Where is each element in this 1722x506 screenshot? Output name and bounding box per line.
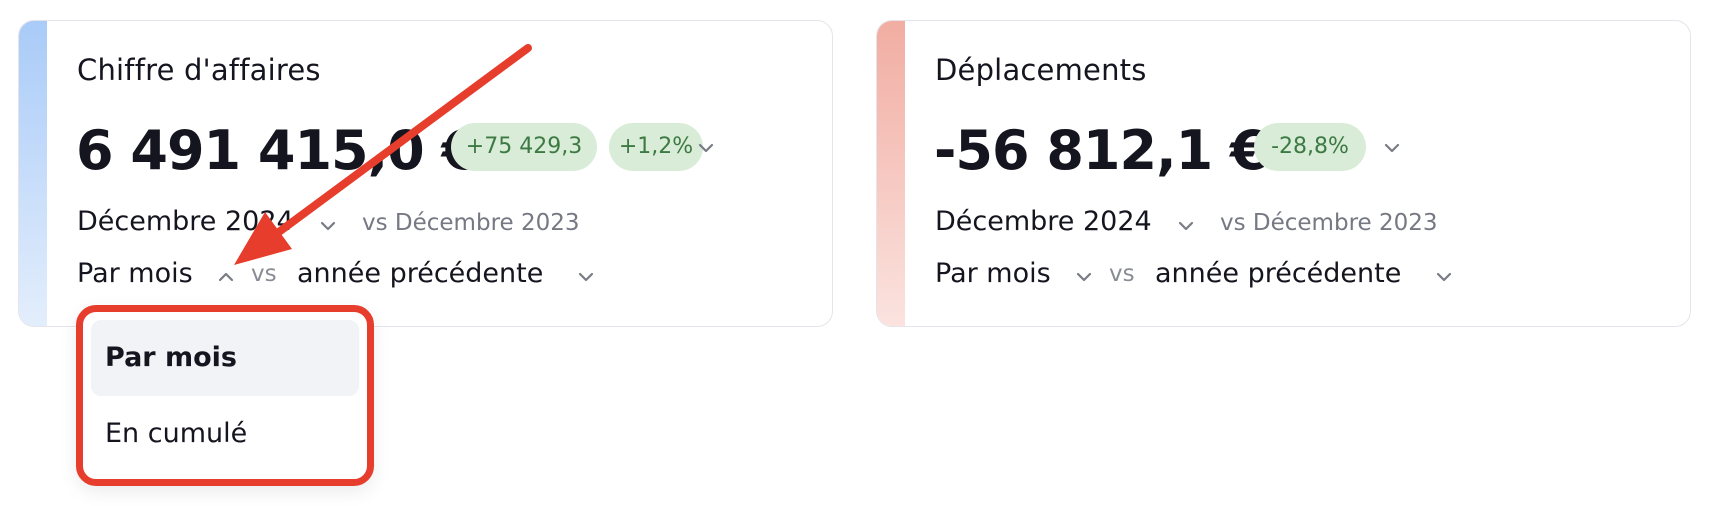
chevron-down-icon[interactable]: [1073, 266, 1095, 288]
dropdown-option-par-mois[interactable]: Par mois: [91, 320, 359, 396]
chevron-down-icon[interactable]: [1433, 266, 1455, 288]
chevron-down-icon[interactable]: [695, 137, 717, 159]
chevron-down-icon[interactable]: [1381, 137, 1403, 159]
mode-selector[interactable]: Par mois: [77, 258, 193, 289]
vs-label: vs: [251, 261, 277, 287]
card-value: -56 812,1 €: [934, 119, 1268, 182]
compare-mode-selector[interactable]: année précédente: [1155, 258, 1401, 289]
delta-percent-badge: +1,2%: [609, 123, 703, 171]
kpi-card-revenue: Chiffre d'affaires 6 491 415,0 € +75 429…: [18, 20, 833, 327]
card-accent-bar: [877, 21, 905, 326]
delta-percent-badge: -28,8%: [1254, 123, 1366, 171]
chevron-down-icon[interactable]: [317, 215, 339, 237]
period-selector[interactable]: Décembre 2024: [77, 206, 294, 237]
comparison-period: vs Décembre 2023: [1220, 210, 1438, 236]
delta-absolute-badge: +75 429,3: [451, 123, 597, 171]
chevron-down-icon[interactable]: [1175, 215, 1197, 237]
comparison-period: vs Décembre 2023: [362, 210, 580, 236]
dropdown-option-en-cumule[interactable]: En cumulé: [91, 396, 359, 472]
card-accent-bar: [19, 21, 47, 326]
mode-dropdown-menu: Par mois En cumulé: [76, 305, 374, 486]
card-title: Déplacements: [935, 53, 1147, 87]
kpi-card-travel: Déplacements -56 812,1 € -28,8% Décembre…: [876, 20, 1691, 327]
chevron-down-icon[interactable]: [575, 266, 597, 288]
mode-selector[interactable]: Par mois: [935, 258, 1051, 289]
card-title: Chiffre d'affaires: [77, 53, 321, 87]
chevron-up-icon[interactable]: [215, 266, 237, 288]
period-selector[interactable]: Décembre 2024: [935, 206, 1152, 237]
vs-label: vs: [1109, 261, 1135, 287]
card-value: 6 491 415,0 €: [76, 119, 479, 182]
compare-mode-selector[interactable]: année précédente: [297, 258, 543, 289]
